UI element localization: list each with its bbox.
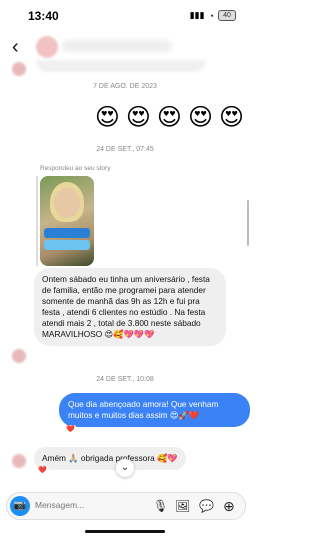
story-sticker	[44, 228, 90, 238]
back-arrow-icon[interactable]: ‹	[12, 37, 19, 57]
plus-icon[interactable]: ⊕	[223, 497, 235, 515]
status-time: 13:40	[28, 9, 59, 23]
story-reply-line	[36, 176, 38, 266]
date-separator: 24 DE SET., 10:08	[96, 376, 154, 383]
battery-icon: 40	[218, 10, 236, 21]
story-reply-label: Respondeu ao seu story	[40, 165, 111, 172]
message-bubble-incoming[interactable]: Ontem sábado eu tinha um aniversário , f…	[34, 268, 226, 346]
message-composer[interactable]: 📷 Mensagem... 🎙 🖼 💬 ⊕	[6, 492, 246, 520]
heart-eyes-emoji: 😍	[94, 104, 120, 131]
contact-avatar-small	[12, 349, 26, 363]
heart-eyes-emoji: 😍	[187, 104, 213, 131]
heart-eyes-emoji: 😍	[125, 104, 151, 131]
status-icons: ▮▮▮ ◔ 40	[190, 10, 236, 21]
home-indicator	[85, 530, 165, 533]
camera-icon[interactable]: 📷	[10, 496, 30, 516]
microphone-icon[interactable]: 🎙	[153, 497, 168, 515]
heart-eyes-emoji: 😍	[156, 104, 182, 131]
message-bubble-outgoing[interactable]: Que dia abençoado amora! Que venham muit…	[59, 393, 250, 427]
emoji-message[interactable]: 😍 😍 😍 😍 😍	[95, 104, 244, 132]
message-bubble-incoming[interactable]: Amém 🙏🏼 obrigada professora 🥰💖	[34, 447, 186, 470]
story-face	[54, 188, 80, 218]
signal-icon: ▮▮▮	[189, 10, 205, 20]
date-separator: 7 DE AGO. DE 2023	[93, 83, 157, 90]
reaction-heart[interactable]: ❤️	[64, 425, 77, 433]
status-bar: 13:40 ▮▮▮ ◔ 40	[0, 0, 250, 32]
reaction-heart[interactable]: ❤️	[36, 466, 49, 474]
sticker-icon[interactable]: 💬	[199, 497, 214, 515]
story-sticker	[44, 240, 90, 250]
previous-message-blurred	[36, 60, 206, 72]
heart-eyes-emoji: 😍	[218, 104, 244, 131]
contact-avatar-small	[12, 454, 26, 468]
contact-name[interactable]: andreaprotagonista	[62, 40, 172, 52]
scroll-down-button[interactable]: ⌄	[116, 459, 134, 477]
date-separator: 24 DE SET., 07:45	[96, 146, 154, 153]
contact-avatar[interactable]	[36, 36, 58, 58]
wifi-icon: ◔	[208, 10, 214, 21]
message-input[interactable]: Mensagem...	[35, 500, 84, 510]
gallery-icon[interactable]: 🖼	[175, 497, 190, 515]
scrollbar[interactable]	[247, 200, 249, 246]
contact-avatar-small	[12, 62, 26, 76]
story-thumbnail[interactable]	[40, 176, 94, 266]
